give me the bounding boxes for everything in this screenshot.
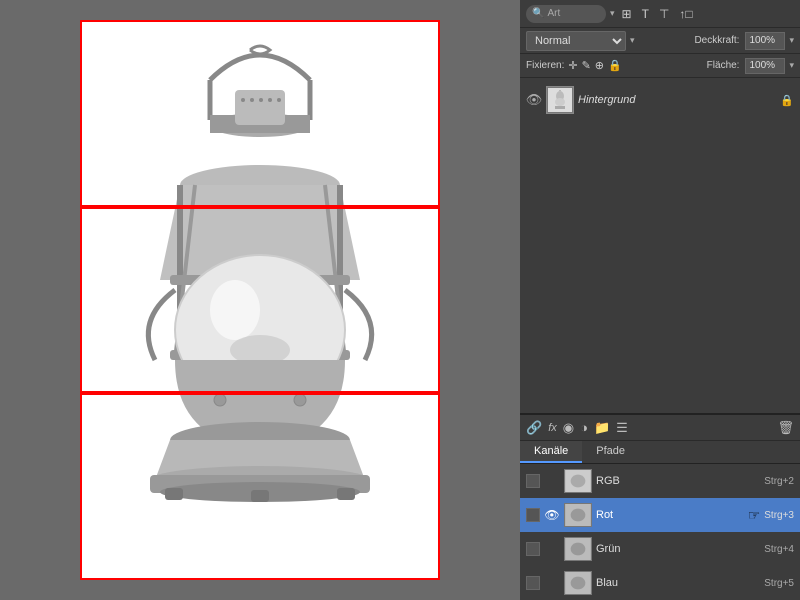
right-panel: 🔍 Art ▾ ⊞ T ⊤ ↑□ Normal ▾ Deckkraft: ▾ F… bbox=[520, 0, 800, 600]
flache-label: Fläche: bbox=[707, 60, 740, 71]
adjustment-icon[interactable]: ◉ bbox=[563, 420, 574, 436]
fix-move-icon[interactable]: ✛ bbox=[568, 59, 577, 72]
fx-icon[interactable]: fx bbox=[548, 422, 557, 434]
search-icon: 🔍 bbox=[532, 8, 544, 19]
toolbar-top: 🔍 Art ▾ ⊞ T ⊤ ↑□ bbox=[520, 0, 800, 28]
opacity-input[interactable] bbox=[745, 32, 785, 50]
channel-check-rgb[interactable] bbox=[526, 474, 540, 488]
channel-shortcut-rgb: Strg+2 bbox=[764, 476, 794, 487]
layer-lock-icon: 🔒 bbox=[780, 94, 794, 107]
fix-row: Fixieren: ✛ ✎ ⊕ 🔒 Fläche: ▾ bbox=[520, 54, 800, 78]
link-icon[interactable]: 🔗 bbox=[526, 420, 542, 436]
channel-row-rgb[interactable]: RGB Strg+2 bbox=[520, 464, 800, 498]
channel-check-rot[interactable] bbox=[526, 508, 540, 522]
cursor-icon[interactable]: ⊤ bbox=[656, 6, 672, 22]
text-icon[interactable]: T bbox=[639, 6, 652, 22]
tab-kanaele[interactable]: Kanäle bbox=[520, 441, 582, 463]
arrange-icon[interactable]: ⊞ bbox=[619, 6, 635, 22]
blend-row: Normal ▾ Deckkraft: ▾ bbox=[520, 28, 800, 54]
canvas-wrapper: Rot-Kanal Grün-Kanal Blau-Kanal bbox=[80, 20, 440, 580]
bottom-toolbar: 🔗 fx ◉ ◑ 📁 ☰ 🗑 bbox=[520, 415, 800, 441]
channel-name-gruen: Grün bbox=[596, 543, 760, 555]
channel-list: RGB Strg+2 👁 Rot ☞ Strg+3 bbox=[520, 464, 800, 600]
trash-icon[interactable]: 🗑 bbox=[777, 420, 794, 436]
channel-tabs: Kanäle Pfade bbox=[520, 441, 800, 464]
channel-shortcut-blau: Strg+5 bbox=[764, 578, 794, 589]
fix-transform-icon[interactable]: ⊕ bbox=[595, 59, 604, 72]
channel-thumb-blau bbox=[564, 571, 592, 595]
fix-label: Fixieren: bbox=[526, 60, 564, 71]
channel-row-gruen[interactable]: Grün Strg+4 bbox=[520, 532, 800, 566]
fix-lock-icon[interactable]: 🔒 bbox=[608, 59, 622, 72]
layer-name: Hintergrund bbox=[578, 94, 776, 106]
channel-thumb-gruen bbox=[564, 537, 592, 561]
search-text: Art bbox=[547, 8, 560, 19]
channel-name-rgb: RGB bbox=[596, 475, 760, 487]
canvas-area: Rot-Kanal Grün-Kanal Blau-Kanal bbox=[0, 0, 520, 600]
folder-icon[interactable]: 📁 bbox=[594, 420, 610, 436]
bottom-tabs-container: 🔗 fx ◉ ◑ 📁 ☰ 🗑 Kanäle Pfade RGB Strg+2 bbox=[520, 413, 800, 600]
channel-check-gruen[interactable] bbox=[526, 542, 540, 556]
channel-name-rot: Rot bbox=[596, 509, 740, 521]
fix-brush-icon[interactable]: ✎ bbox=[582, 59, 591, 72]
channel-eye-blau[interactable] bbox=[544, 575, 560, 591]
opacity-label: Deckkraft: bbox=[694, 35, 739, 46]
list-icon[interactable]: ☰ bbox=[616, 420, 628, 436]
mask-icon[interactable]: ◑ bbox=[580, 420, 588, 435]
blend-mode-select[interactable]: Normal bbox=[526, 31, 626, 51]
cursor-hand-icon: ☞ bbox=[748, 507, 761, 524]
channel-row-rot[interactable]: 👁 Rot ☞ Strg+3 bbox=[520, 498, 800, 532]
flache-input[interactable] bbox=[745, 58, 785, 74]
share-icon[interactable]: ↑□ bbox=[676, 6, 695, 22]
channel-shortcut-gruen: Strg+4 bbox=[764, 544, 794, 555]
channel-thumb-rgb bbox=[564, 469, 592, 493]
channel-shortcut-rot: Strg+3 bbox=[764, 510, 794, 521]
channel-name-blau: Blau bbox=[596, 577, 760, 589]
search-box[interactable]: 🔍 Art bbox=[526, 5, 606, 23]
search-dropdown-icon[interactable]: ▾ bbox=[610, 8, 615, 19]
channel-row-blau[interactable]: Blau Strg+5 bbox=[520, 566, 800, 600]
channel-eye-gruen[interactable] bbox=[544, 541, 560, 557]
opacity-dropdown-icon[interactable]: ▾ bbox=[789, 35, 794, 46]
lantern-image: Rot-Kanal Grün-Kanal Blau-Kanal bbox=[80, 20, 440, 580]
flache-dropdown-icon[interactable]: ▾ bbox=[789, 60, 794, 71]
channel-eye-rot[interactable]: 👁 bbox=[544, 507, 560, 523]
layer-visibility-icon[interactable]: 👁 bbox=[526, 92, 542, 108]
channel-eye-rgb[interactable] bbox=[544, 473, 560, 489]
layers-area: 👁 Hintergrund 🔒 bbox=[520, 78, 800, 413]
blend-dropdown-icon[interactable]: ▾ bbox=[630, 35, 635, 46]
channel-check-blau[interactable] bbox=[526, 576, 540, 590]
channel-thumb-rot bbox=[564, 503, 592, 527]
layer-hintergrund[interactable]: 👁 Hintergrund 🔒 bbox=[520, 82, 800, 118]
layer-thumbnail bbox=[546, 86, 574, 114]
tab-pfade[interactable]: Pfade bbox=[582, 441, 639, 463]
